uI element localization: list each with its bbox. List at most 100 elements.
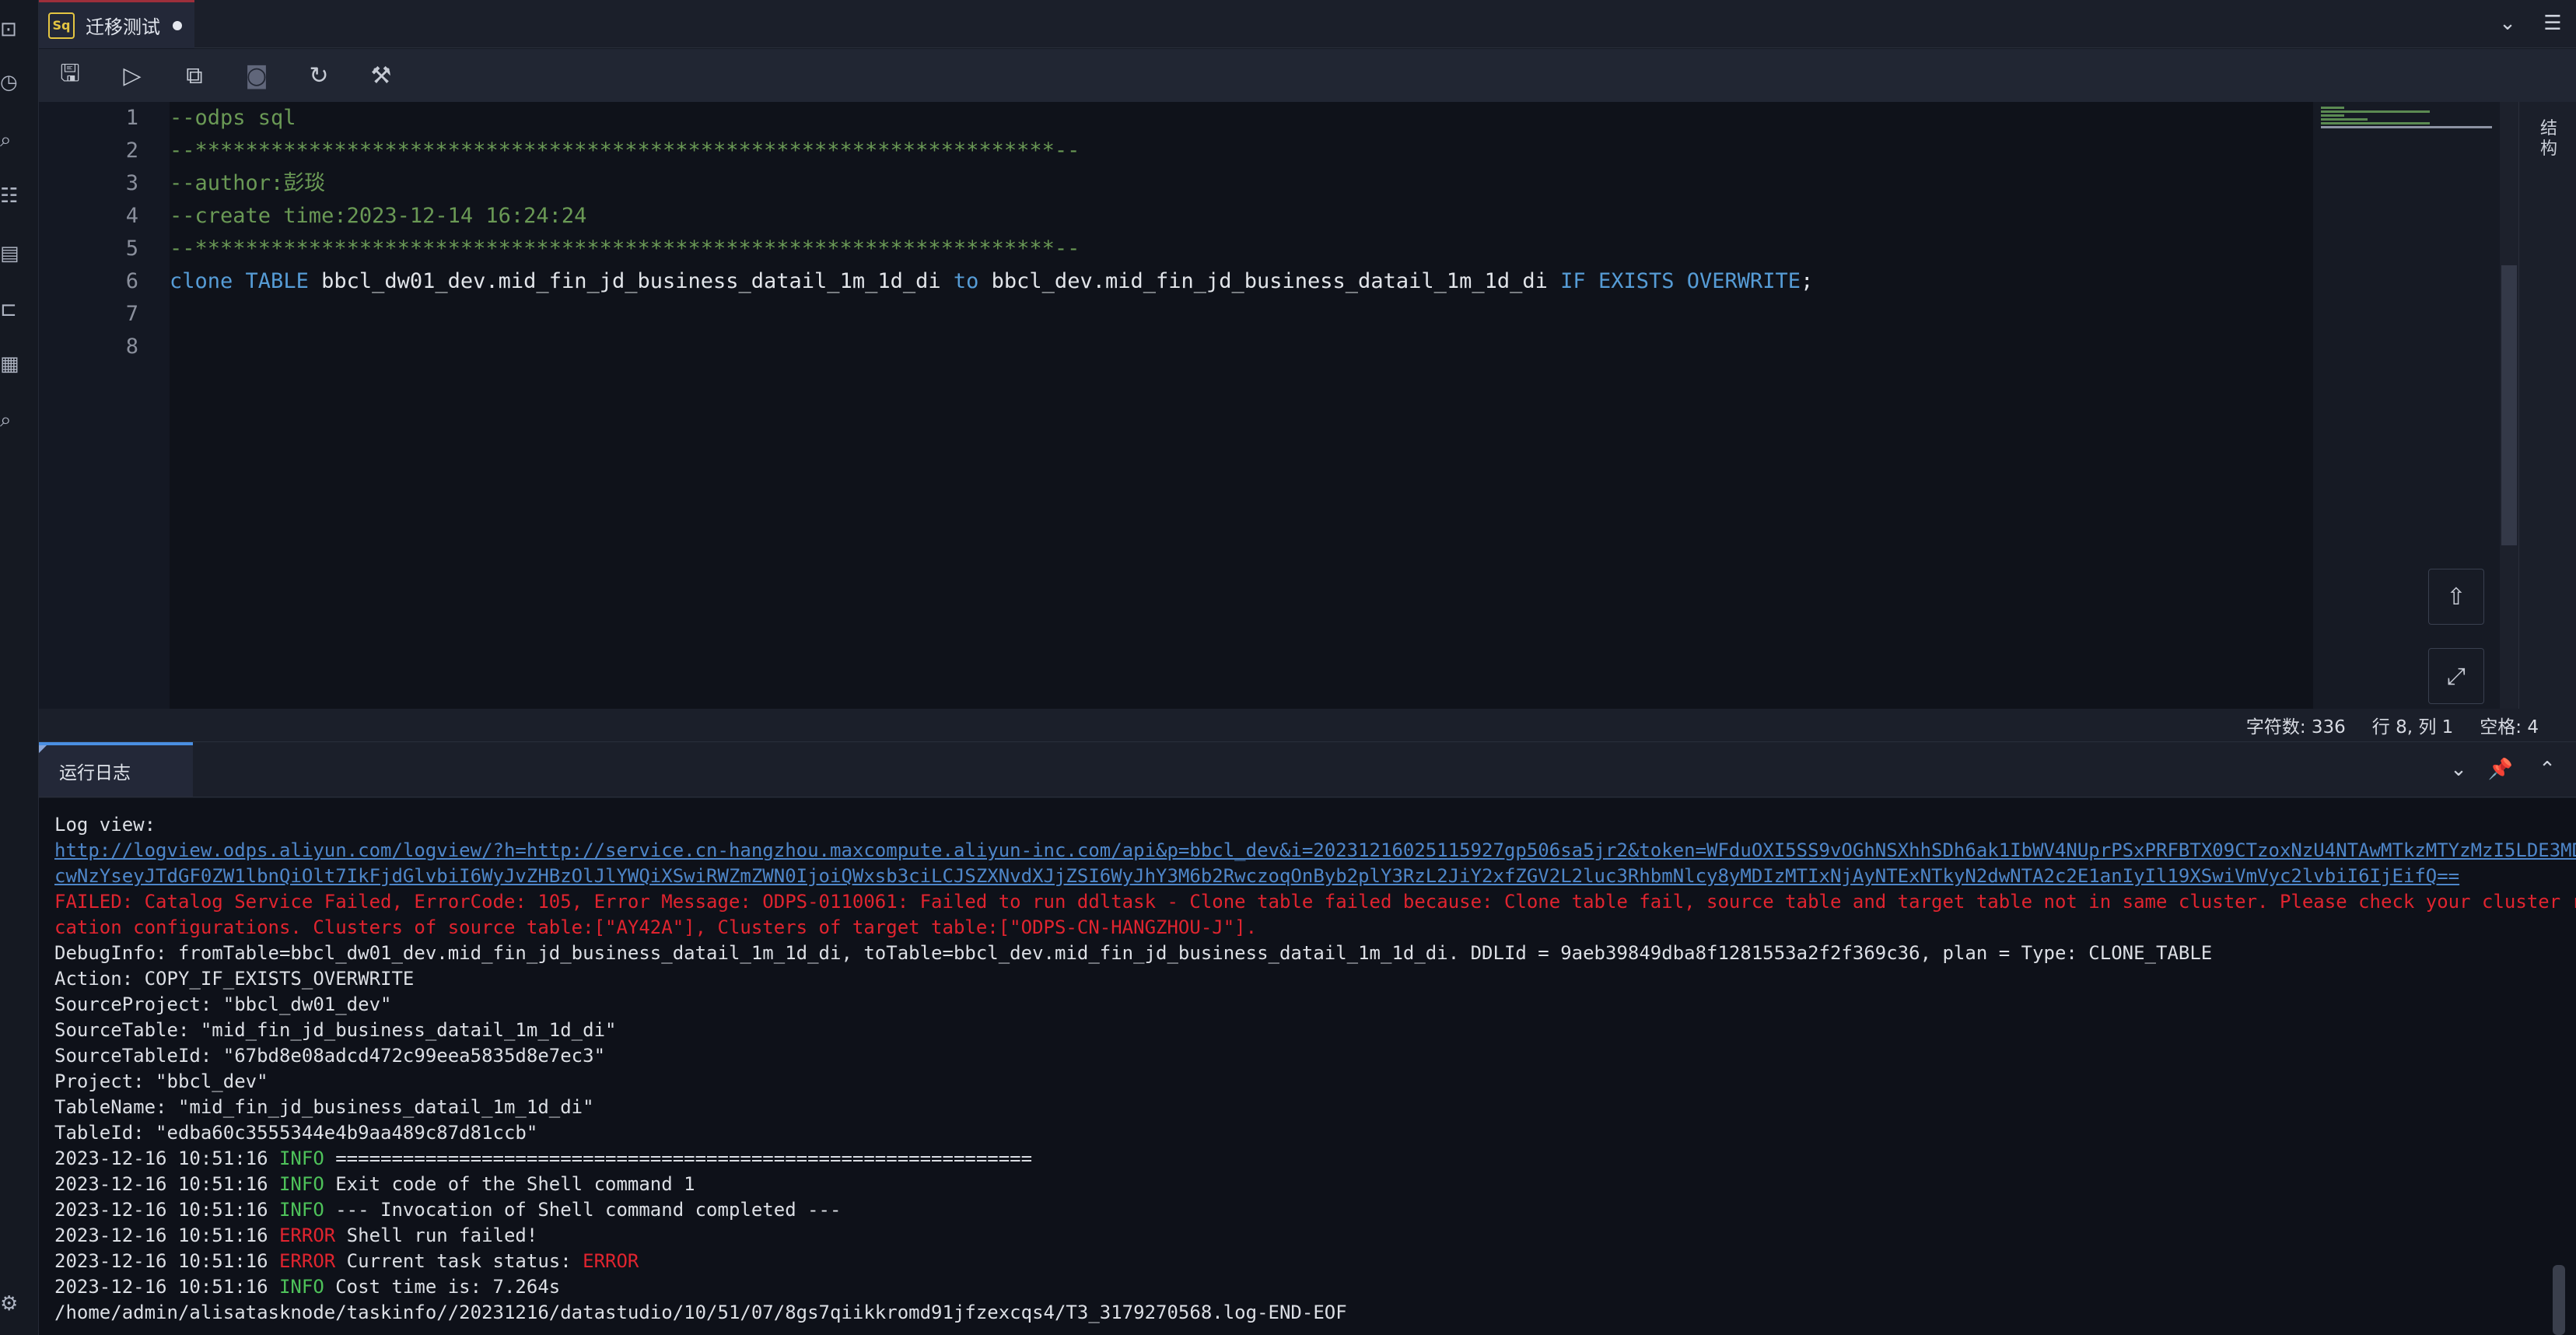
- run-with-params-icon: ⧉: [186, 61, 203, 89]
- log-line: TableId: "edba60c3555344e4b9aa489c87d81c…: [54, 1122, 538, 1144]
- log-level-error: ERROR: [278, 1250, 336, 1272]
- maximize-panel-icon[interactable]: ⌃: [2531, 753, 2564, 786]
- code-line-1: --odps sql: [170, 106, 296, 130]
- unsaved-indicator[interactable]: [173, 20, 182, 30]
- minimap-line: [2321, 107, 2344, 109]
- refresh-icon: ↻: [309, 61, 329, 89]
- line-number: 2: [125, 138, 138, 163]
- log-line: 2023-12-16 10:51:16 ERROR Shell run fail…: [54, 1223, 537, 1249]
- log-message: Cost time is: 7.264s: [324, 1276, 561, 1298]
- fullscreen-button[interactable]: ⤢: [2428, 648, 2484, 704]
- log-line: Log view:: [54, 814, 156, 836]
- scrollbar-thumb[interactable]: [2501, 265, 2517, 545]
- log-level-info: INFO: [278, 1173, 324, 1195]
- tree-icon[interactable]: ⊏: [0, 294, 31, 325]
- terminal-icon[interactable]: ⊡: [0, 14, 31, 45]
- log-line: TableName: "mid_fin_jd_business_datail_1…: [54, 1096, 594, 1118]
- editor-scrollbar[interactable]: [2500, 102, 2518, 709]
- indentation[interactable]: 空格: 4: [2480, 712, 2539, 738]
- log-timestamp: 2023-12-16 10:51:16: [54, 1225, 279, 1246]
- code-line-5: --**************************************…: [170, 237, 1080, 261]
- minimap-line: [2321, 122, 2430, 124]
- log-message: Exit code of the Shell command 1: [324, 1173, 695, 1195]
- log-message: ========================================…: [324, 1148, 1033, 1169]
- keyword-if-exists: IF EXISTS: [1560, 269, 1675, 293]
- minimap-line: [2321, 114, 2344, 117]
- log-timestamp: 2023-12-16 10:51:16: [54, 1148, 279, 1169]
- keyword-clone: clone: [170, 269, 233, 293]
- save-button[interactable]: 🖫: [50, 55, 90, 96]
- line-number: 6: [125, 269, 138, 293]
- log-line: 2023-12-16 10:51:16 INFO --- Invocation …: [54, 1197, 841, 1223]
- log-line: Project: "bbcl_dev": [54, 1070, 268, 1092]
- chevron-down-circle-icon[interactable]: ⌄: [2442, 753, 2475, 786]
- editor-status-bar: 字符数: 336 行 8, 列 1 空格: 4: [39, 709, 2576, 741]
- log-timestamp: 2023-12-16 10:51:16: [54, 1173, 279, 1195]
- log-line: 2023-12-16 10:51:16 ERROR Current task s…: [54, 1249, 639, 1274]
- log-actions: ⌄: [1619, 753, 2475, 786]
- menu-icon[interactable]: ☰: [2537, 8, 2568, 39]
- format-button[interactable]: ⚒: [361, 55, 401, 96]
- source-table-name: bbcl_dw01_dev.mid_fin_jd_business_datail…: [321, 269, 941, 293]
- tab-corner-marker: [39, 745, 47, 753]
- code-line-4: --create time:2023-12-14 16:24:24: [170, 204, 587, 228]
- structure-panel-toggle[interactable]: 结构: [2518, 102, 2576, 709]
- run-icon: ▷: [123, 61, 142, 89]
- run-with-params-button[interactable]: ⧉: [174, 55, 215, 96]
- task-status-value: ERROR: [583, 1250, 639, 1272]
- pin-icon[interactable]: 📌: [2484, 753, 2517, 786]
- line-number: 1: [125, 106, 138, 130]
- tab-run-log[interactable]: 运行日志: [39, 742, 193, 797]
- logview-link[interactable]: http://logview.odps.aliyun.com/logview/?…: [54, 838, 2576, 864]
- gear-icon[interactable]: ⚙: [0, 1288, 31, 1319]
- log-message: Current task status:: [335, 1250, 583, 1272]
- log-message: --- Invocation of Shell command complete…: [324, 1199, 842, 1221]
- log-error-line: cation configurations. Clusters of sourc…: [54, 916, 1258, 938]
- code-line-6: clone TABLE bbcl_dw01_dev.mid_fin_jd_bus…: [170, 265, 1813, 298]
- scroll-to-top-button[interactable]: ⇧: [2428, 569, 2484, 625]
- log-line: DebugInfo: fromTable=bbcl_dw01_dev.mid_f…: [54, 942, 2213, 964]
- line-number: 5: [125, 237, 138, 261]
- structure-label: 结构: [2539, 119, 2557, 159]
- clipboard-icon[interactable]: ▤: [0, 238, 31, 269]
- log-line: Action: COPY_IF_EXISTS_OVERWRITE: [54, 968, 415, 990]
- activity-bar: ⊡ ◷ ⌕ ☷ ▤ ⊏ ▦ ⌕ ⚙: [0, 0, 39, 1335]
- log-level-info: INFO: [278, 1148, 324, 1169]
- minimap-line: [2321, 110, 2430, 113]
- run-log-output[interactable]: Log view: http://logview.odps.aliyun.com…: [39, 798, 2576, 1335]
- chevron-down-circle-icon[interactable]: ⌄: [2492, 8, 2523, 39]
- history-icon[interactable]: ◷: [0, 67, 31, 98]
- statement-terminator: ;: [1801, 269, 1814, 293]
- cursor-position[interactable]: 行 8, 列 1: [2372, 712, 2454, 738]
- refresh-button[interactable]: ↻: [299, 55, 339, 96]
- settings-list-icon[interactable]: ☷: [0, 180, 31, 212]
- code-area[interactable]: --odps sql --***************************…: [170, 102, 2313, 709]
- log-scrollbar-thumb[interactable]: [2553, 1265, 2565, 1335]
- log-level-info: INFO: [278, 1199, 324, 1221]
- log-timestamp: 2023-12-16 10:51:16: [54, 1199, 279, 1221]
- log-level-info: INFO: [278, 1276, 324, 1298]
- log-line: /home/admin/alisatasknode/taskinfo//2023…: [54, 1302, 1347, 1323]
- log-line: SourceTable: "mid_fin_jd_business_datail…: [54, 1019, 617, 1041]
- stop-button[interactable]: ◙: [236, 55, 277, 96]
- line-number-gutter: 1 2 3 4 5 6 7 8: [39, 102, 170, 709]
- logview-link-continued[interactable]: cwNzYseyJTdGF0ZW1lbnQiOlt7IkFjdGlvbiI6Wy…: [54, 864, 2459, 889]
- document-icon[interactable]: ▦: [0, 349, 31, 380]
- search-icon[interactable]: ⌕: [0, 124, 31, 156]
- format-icon: ⚒: [370, 61, 392, 89]
- minimap-line: [2321, 118, 2368, 121]
- line-number: 4: [125, 204, 138, 228]
- run-log-label: 运行日志: [59, 763, 131, 783]
- sql-file-icon: Sq: [48, 12, 75, 39]
- minimap-line: [2321, 126, 2492, 128]
- log-panel-header: 运行日志 ⌄ 📌 ⌃ ⌄: [39, 741, 2576, 797]
- line-number: 7: [125, 302, 138, 326]
- run-button[interactable]: ▷: [112, 55, 152, 96]
- keyword-to: to: [953, 269, 979, 293]
- tab-migration-test[interactable]: Sq 迁移测试: [39, 0, 194, 48]
- query-search-icon[interactable]: ⌕: [0, 405, 31, 436]
- stop-icon: ◙: [245, 61, 268, 89]
- tab-title: 迁移测试: [86, 16, 160, 38]
- arrow-up-icon: ⇧: [2446, 583, 2466, 611]
- code-line-3: --author:彭琰: [170, 171, 326, 195]
